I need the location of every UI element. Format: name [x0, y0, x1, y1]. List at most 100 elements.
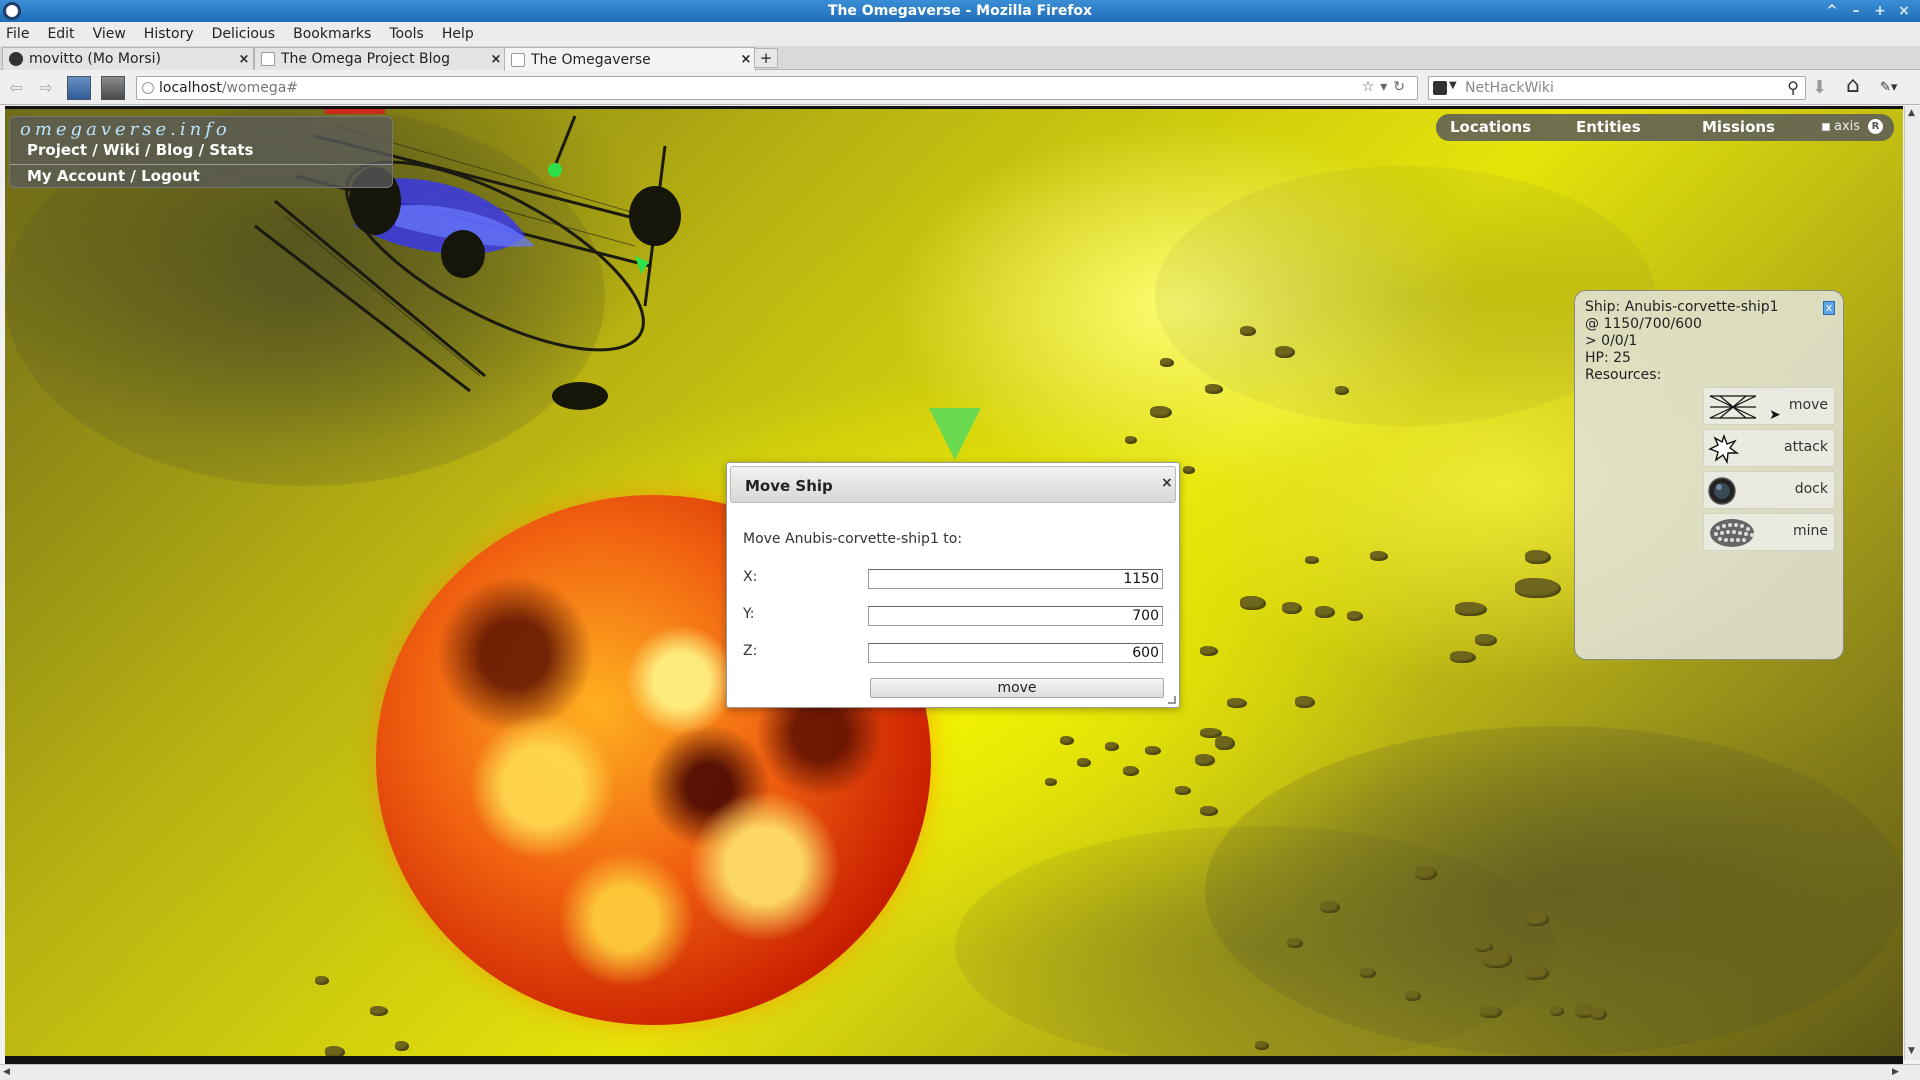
- vertical-scrollbar[interactable]: ▲ ▼: [1904, 106, 1920, 1060]
- asteroid[interactable]: [1145, 746, 1161, 755]
- asteroid[interactable]: [1045, 778, 1057, 786]
- asteroid[interactable]: [1215, 736, 1235, 750]
- move-button[interactable]: move: [870, 678, 1164, 698]
- asteroid[interactable]: [1550, 1006, 1564, 1016]
- asteroid[interactable]: [1455, 602, 1487, 616]
- window-maximize-button[interactable]: +: [1868, 0, 1892, 22]
- tab-omegaverse[interactable]: The Omegaverse ×: [504, 47, 756, 71]
- asteroid[interactable]: [1475, 634, 1497, 646]
- asteroid[interactable]: [370, 1006, 388, 1016]
- asteroid[interactable]: [1480, 1006, 1502, 1018]
- asteroid[interactable]: [1525, 912, 1549, 926]
- asteroid[interactable]: [1370, 551, 1388, 561]
- asteroid[interactable]: [1347, 611, 1363, 621]
- scroll-left-icon[interactable]: ◀: [3, 1067, 10, 1077]
- asteroid[interactable]: [1320, 901, 1340, 913]
- scroll-down-icon[interactable]: ▼: [1908, 1046, 1915, 1056]
- y-coordinate-input[interactable]: [868, 606, 1163, 626]
- asteroid[interactable]: [315, 976, 329, 985]
- tag-icon[interactable]: [101, 76, 125, 100]
- asteroid[interactable]: [1525, 550, 1551, 564]
- home-icon[interactable]: ⌂: [1846, 73, 1860, 98]
- menu-history[interactable]: History: [142, 26, 196, 42]
- extension-icon[interactable]: ✎▾: [1880, 80, 1897, 95]
- menu-view[interactable]: View: [91, 26, 128, 42]
- horizontal-scrollbar[interactable]: ◀ ▶: [0, 1064, 1920, 1080]
- menu-tools[interactable]: Tools: [387, 26, 426, 42]
- bookmark-page-icon[interactable]: [67, 76, 91, 100]
- asteroid[interactable]: [1240, 596, 1266, 610]
- forward-arrow-icon[interactable]: ⇨: [34, 77, 58, 99]
- search-engine-icon[interactable]: [1433, 81, 1447, 95]
- asteroid[interactable]: [1195, 754, 1215, 766]
- asteroid[interactable]: [1240, 326, 1256, 336]
- resize-handle-icon[interactable]: [1168, 696, 1176, 704]
- menu-missions[interactable]: Missions: [1702, 118, 1775, 136]
- asteroid[interactable]: [1200, 806, 1218, 816]
- menu-delicious[interactable]: Delicious: [210, 26, 278, 42]
- asteroid[interactable]: [1183, 466, 1195, 474]
- asteroid[interactable]: [1287, 938, 1303, 948]
- asteroid[interactable]: [1335, 386, 1349, 395]
- asteroid[interactable]: [1450, 651, 1476, 663]
- asteroid[interactable]: [1405, 991, 1421, 1001]
- search-icon[interactable]: ⚲: [1787, 78, 1799, 97]
- url-bar[interactable]: localhost/womega# ☆▾↻: [136, 76, 1418, 100]
- chevron-down-icon[interactable]: ▼: [1449, 80, 1457, 91]
- new-tab-button[interactable]: +: [754, 48, 778, 68]
- tab-omega-blog[interactable]: The Omega Project Blog ×: [254, 47, 506, 70]
- asteroid[interactable]: [1591, 1008, 1607, 1020]
- asteroid[interactable]: [1150, 406, 1172, 418]
- site-links[interactable]: Project / Wiki / Blog / Stats: [27, 141, 253, 159]
- search-input[interactable]: ▼ NetHackWiki ⚲: [1428, 76, 1806, 100]
- asteroid[interactable]: [1175, 786, 1191, 795]
- close-icon[interactable]: x: [1823, 301, 1835, 315]
- menu-bookmarks[interactable]: Bookmarks: [291, 26, 373, 42]
- url-actions-icons[interactable]: ☆▾↻: [1362, 79, 1411, 95]
- mine-command-button[interactable]: mine: [1703, 513, 1835, 551]
- asteroid[interactable]: [1077, 758, 1091, 767]
- asteroid[interactable]: [1415, 866, 1437, 880]
- asteroid[interactable]: [1315, 606, 1335, 618]
- back-arrow-icon[interactable]: ⇦: [4, 77, 28, 99]
- x-coordinate-input[interactable]: [868, 569, 1163, 589]
- window-close-button[interactable]: ×: [1892, 0, 1916, 22]
- dock-command-button[interactable]: dock: [1703, 471, 1835, 509]
- close-icon[interactable]: ×: [1161, 475, 1173, 491]
- window-minimize-button[interactable]: –: [1844, 0, 1868, 22]
- scroll-up-icon[interactable]: ▲: [1908, 108, 1915, 118]
- tab-movitto[interactable]: movitto (Mo Morsi) ×: [2, 47, 254, 70]
- download-icon[interactable]: ⬇: [1812, 77, 1827, 98]
- asteroid[interactable]: [1515, 578, 1561, 598]
- reset-camera-icon[interactable]: R: [1868, 119, 1883, 134]
- window-shade-button[interactable]: ^: [1820, 0, 1844, 22]
- menu-file[interactable]: File: [4, 26, 31, 42]
- tab-close-button[interactable]: ×: [487, 52, 505, 67]
- asteroid[interactable]: [1282, 602, 1302, 614]
- tab-close-button[interactable]: ×: [235, 52, 253, 67]
- asteroid[interactable]: [1305, 556, 1319, 564]
- z-coordinate-input[interactable]: [868, 643, 1163, 663]
- asteroid[interactable]: [1255, 1041, 1269, 1050]
- asteroid[interactable]: [1105, 742, 1119, 751]
- menu-help[interactable]: Help: [440, 26, 476, 42]
- asteroid[interactable]: [1525, 966, 1549, 980]
- asteroid[interactable]: [1200, 646, 1218, 656]
- asteroid[interactable]: [395, 1041, 409, 1051]
- menu-edit[interactable]: Edit: [45, 26, 76, 42]
- asteroid[interactable]: [1482, 950, 1512, 968]
- asteroid[interactable]: [1205, 384, 1223, 394]
- axis-checkbox[interactable]: [1822, 123, 1830, 131]
- tab-close-button[interactable]: ×: [737, 52, 755, 67]
- menu-entities[interactable]: Entities: [1576, 118, 1641, 136]
- asteroid[interactable]: [1125, 436, 1137, 444]
- dialog-header[interactable]: Move Ship ×: [730, 466, 1176, 503]
- scroll-right-icon[interactable]: ▶: [1892, 1067, 1899, 1077]
- site-brand[interactable]: omegaverse.info: [20, 119, 231, 140]
- asteroid[interactable]: [1275, 346, 1295, 358]
- attack-command-button[interactable]: attack: [1703, 429, 1835, 467]
- menu-locations[interactable]: Locations: [1450, 118, 1531, 136]
- asteroid[interactable]: [1160, 358, 1174, 367]
- asteroid[interactable]: [1123, 766, 1139, 776]
- asteroid[interactable]: [1060, 736, 1074, 745]
